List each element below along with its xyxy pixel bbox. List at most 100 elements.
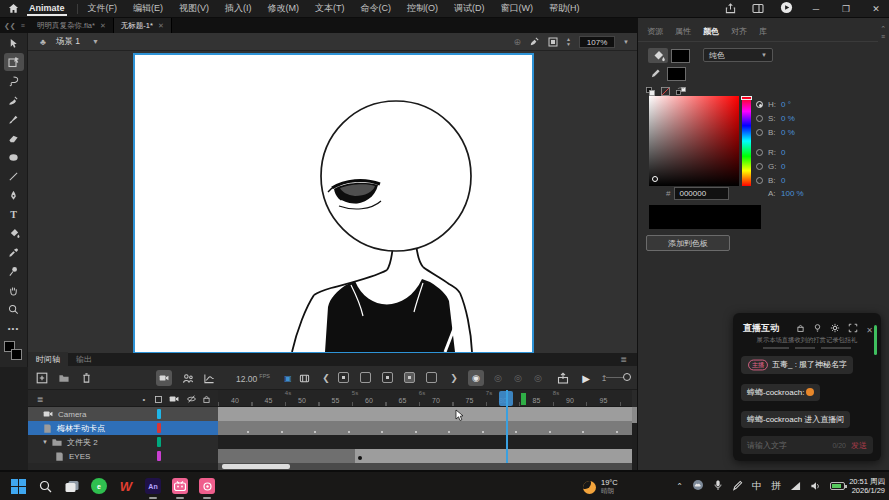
layer-color-chip[interactable]: [157, 437, 161, 447]
panel-tab-1[interactable]: 属性: [675, 26, 691, 41]
hue-slider[interactable]: [742, 96, 751, 186]
timeline-zoom-slider[interactable]: [606, 377, 624, 378]
pen-tool[interactable]: [4, 186, 24, 204]
taskbar-wps[interactable]: W: [117, 477, 135, 495]
saturation-brightness-picker[interactable]: [649, 96, 739, 186]
menu-item-5[interactable]: 文本(T): [315, 2, 345, 15]
file-tab-0[interactable]: 明明真复杂你.fla*✕: [30, 18, 114, 33]
edit-multiple-icon[interactable]: ◎: [510, 370, 526, 386]
color-value-row-2[interactable]: B:0 %: [756, 128, 795, 137]
tab-close-icon[interactable]: ✕: [158, 22, 164, 30]
radio-icon[interactable]: [756, 129, 763, 136]
frames-area[interactable]: 4045505560657075808590954s5s6s7s8s: [218, 390, 632, 470]
chat-scrollbar[interactable]: [874, 325, 877, 355]
insert-frame-icon[interactable]: [338, 372, 349, 383]
stroke-color-box[interactable]: [667, 67, 686, 81]
layer-color-chip[interactable]: [157, 409, 161, 419]
layer-name[interactable]: Camera: [58, 410, 86, 419]
panel-tab-2[interactable]: 颜色: [703, 26, 719, 41]
workspace-icon[interactable]: [752, 0, 764, 18]
menu-item-8[interactable]: 调试(D): [454, 2, 485, 15]
tab-output[interactable]: 输出: [68, 352, 100, 367]
zoom-stepper[interactable]: ▲▼: [566, 37, 571, 47]
timeline-menu-icon[interactable]: ≣: [620, 355, 637, 364]
layer-name[interactable]: 文件夹 2: [67, 437, 98, 448]
parent-view-icon[interactable]: [180, 370, 196, 386]
layer-name[interactable]: EYES: [69, 452, 90, 461]
clip-content-icon[interactable]: [548, 33, 558, 51]
chat-input[interactable]: 请输入文字 0/20 发送: [741, 436, 873, 454]
tray-expand-icon[interactable]: ⌃: [676, 482, 683, 491]
color-value-row-5[interactable]: B:0: [756, 176, 785, 185]
graph-editor-icon[interactable]: [201, 370, 217, 386]
home-icon[interactable]: [8, 0, 19, 18]
bulb-icon[interactable]: [813, 319, 822, 337]
zoom-dropdown-icon[interactable]: ▼: [623, 39, 629, 45]
menu-item-1[interactable]: 编辑(E): [133, 2, 163, 15]
tray-pen-icon[interactable]: [732, 477, 743, 495]
layer-row-0[interactable]: Camera: [28, 407, 218, 421]
radio-icon[interactable]: [756, 177, 763, 184]
fill-color-box[interactable]: [671, 49, 690, 63]
battery-icon[interactable]: [830, 482, 845, 490]
camera-column-icon[interactable]: [168, 393, 180, 405]
taskbar-clock[interactable]: 20:51 周四 2026/1/29: [849, 477, 885, 495]
share-icon[interactable]: [725, 0, 736, 18]
clear-keyframe-icon[interactable]: [426, 372, 437, 383]
fill-color-swatch[interactable]: [11, 349, 22, 360]
tray-volume-icon[interactable]: [810, 477, 821, 495]
hand-tool[interactable]: [4, 281, 24, 299]
classic-brush-tool[interactable]: [4, 110, 24, 128]
onion-range-icon[interactable]: ◎: [530, 370, 546, 386]
playhead-line[interactable]: [506, 390, 508, 463]
app-name-tab[interactable]: Animate: [27, 1, 67, 16]
menu-item-7[interactable]: 控制(O): [407, 2, 438, 15]
blob-brush-tool[interactable]: [4, 148, 24, 166]
color-value-row-4[interactable]: G:0: [756, 162, 785, 171]
menu-item-6[interactable]: 命令(C): [361, 2, 392, 15]
visibility-column-icon[interactable]: [185, 393, 197, 405]
zoom-reset-icon[interactable]: ↥: [596, 370, 612, 386]
tray-mic-icon[interactable]: [713, 477, 723, 495]
onion-skin-icon[interactable]: ◉: [468, 370, 484, 386]
restore-button[interactable]: ❐: [839, 4, 853, 14]
insert-keyframe-icon[interactable]: [382, 372, 393, 383]
radio-icon[interactable]: [756, 163, 763, 170]
eyedropper-tool[interactable]: [4, 243, 24, 261]
layer-row-3[interactable]: EYES: [28, 449, 218, 463]
frame-ruler[interactable]: 4045505560657075808590954s5s6s7s8s: [218, 390, 632, 407]
keyframe-dot[interactable]: [358, 456, 362, 460]
outline-view-icon[interactable]: [152, 393, 164, 405]
layer-frames-2[interactable]: [218, 435, 632, 449]
layer-frames-3[interactable]: [218, 449, 632, 463]
onion-outline-icon[interactable]: ◎: [490, 370, 506, 386]
rotate-tool-icon[interactable]: [529, 33, 540, 51]
radio-icon[interactable]: [756, 101, 763, 108]
taskbar-start[interactable]: [9, 477, 27, 495]
panel-tab-0[interactable]: 资源: [647, 26, 663, 41]
panel-tab-4[interactable]: 库: [759, 26, 767, 41]
color-value-row-0[interactable]: H:0 °: [756, 100, 791, 109]
panel-corner-icons[interactable]: ⌃≡: [880, 25, 886, 41]
fill-bucket-icon[interactable]: [648, 48, 668, 63]
timeline-zoom-knob[interactable]: [623, 373, 631, 381]
scene-chevron-icon[interactable]: ▼: [92, 38, 99, 45]
eraser-tool[interactable]: [4, 129, 24, 147]
add-to-swatches-button[interactable]: 添加到色板: [646, 235, 730, 251]
layer-frames-0[interactable]: [218, 407, 632, 421]
layer-color-chip[interactable]: [157, 423, 161, 433]
menu-item-10[interactable]: 帮助(H): [549, 2, 580, 15]
tray-network-icon[interactable]: [790, 477, 801, 495]
menu-item-3[interactable]: 插入(I): [225, 2, 252, 15]
color-value-row-1[interactable]: S:0 %: [756, 114, 795, 123]
collapse-icon[interactable]: ❮❮: [4, 22, 16, 30]
layer-frames-1[interactable]: [218, 421, 632, 435]
layer-name[interactable]: 梅林手动卡点: [57, 423, 105, 434]
color-value-row-3[interactable]: R:0: [756, 148, 785, 157]
panel-menu-icon[interactable]: ≡: [21, 22, 25, 29]
lock-column-icon[interactable]: [200, 393, 212, 405]
canvas[interactable]: [135, 55, 532, 352]
ime-pinyin-indicator[interactable]: 拼: [771, 479, 781, 493]
color-type-dropdown[interactable]: 纯色▼: [703, 48, 773, 62]
color-value-row-6[interactable]: A:100 %: [756, 189, 804, 198]
